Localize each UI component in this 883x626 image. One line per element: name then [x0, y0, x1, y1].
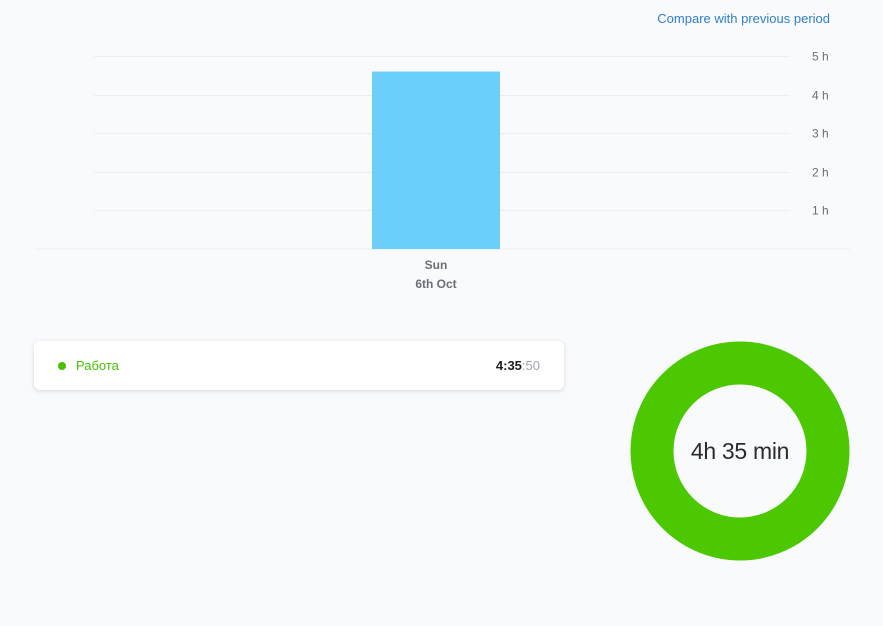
project-color-dot [58, 361, 66, 370]
y-tick-label: 3 h [812, 127, 829, 141]
project-entry-row[interactable]: Работа 4:35:50 [34, 341, 564, 390]
report-page: Compare with previous period 1 h2 h3 h4 … [0, 0, 883, 626]
y-axis-ticks: 1 h 2 h 3 h 4 h 5 h [812, 50, 829, 218]
duration-hours-minutes: 4:35 [495, 358, 522, 373]
x-axis-labels: Sun 6th Oct [415, 258, 456, 291]
project-name: Работа [76, 358, 119, 373]
y-tick-label: 5 h [812, 50, 829, 64]
project-duration: 4:35:50 [496, 358, 540, 373]
time-bar-chart: 1 h 2 h 3 h 4 h 5 h Sun 6th Oct [34, 50, 850, 291]
y-tick-label: 1 h [812, 204, 829, 218]
total-time-donut: 4h 35 min [630, 341, 850, 561]
y-tick-label: 4 h [812, 89, 829, 103]
bar-sun[interactable] [372, 71, 500, 249]
donut-total-label: 4h 35 min [690, 437, 790, 464]
duration-seconds: :50 [521, 358, 540, 373]
chart-bars [372, 71, 500, 249]
x-label-day: Sun [425, 258, 448, 272]
y-tick-label: 2 h [812, 166, 829, 180]
x-label-date: 6th Oct [415, 277, 456, 291]
